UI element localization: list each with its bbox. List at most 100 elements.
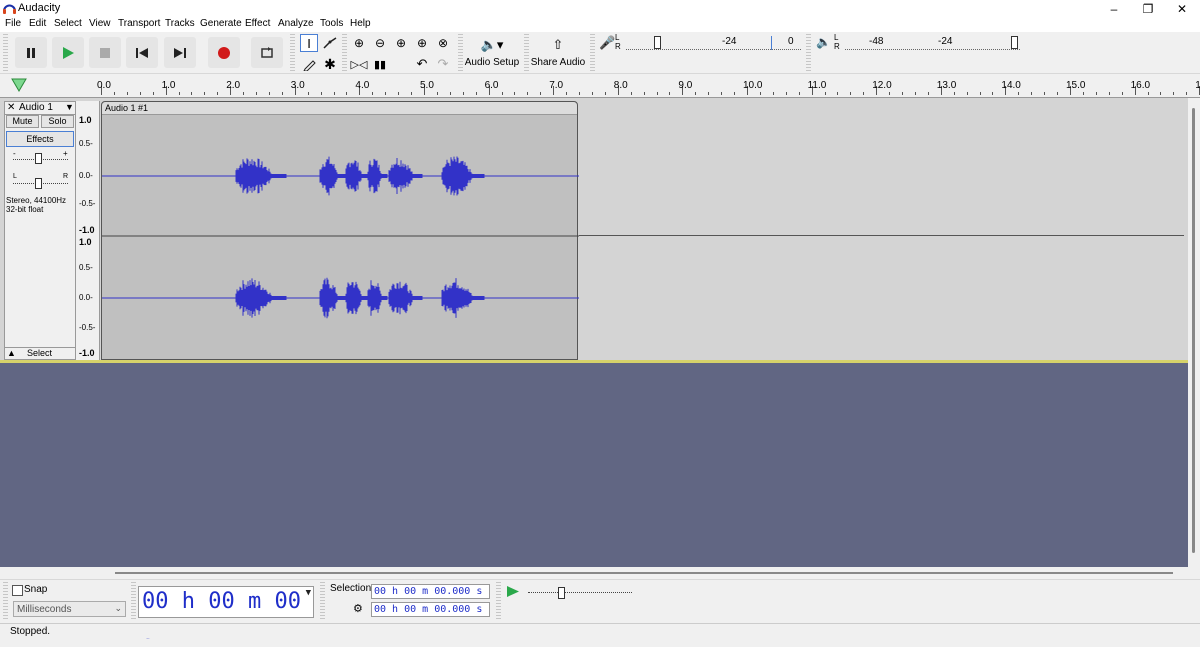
time-format-dropdown-icon[interactable]: ▼ [306, 587, 311, 599]
time-display[interactable]: 00 h 00 m 00 s ▼ [138, 586, 314, 644]
toolbar-grip[interactable] [342, 34, 347, 71]
ruler-time-label: 6.0 [484, 80, 499, 91]
pencil-icon [302, 59, 316, 71]
effects-button[interactable]: Effects [6, 131, 74, 147]
playback-level-slider[interactable] [1011, 36, 1018, 49]
horizontal-scrollbar[interactable] [0, 567, 1200, 579]
toolbar-grip[interactable] [496, 582, 501, 621]
horizontal-scroll-thumb[interactable] [115, 572, 1173, 574]
track-name[interactable]: Audio 1 [19, 102, 53, 113]
play-meter-tick-label: -24 [938, 36, 953, 47]
play-head-icon[interactable] [11, 78, 27, 92]
ruler-minor-tick [914, 92, 916, 95]
toolbar-grip[interactable] [590, 34, 595, 71]
ruler-minor-tick [734, 92, 736, 95]
track-menu-dropdown-icon[interactable]: ▼ [65, 102, 74, 112]
zoom-in-button[interactable]: ⊕ [350, 34, 368, 52]
toolbar-grip[interactable] [458, 34, 463, 71]
clip-header[interactable]: Audio 1 #1 [102, 102, 577, 115]
menu-select[interactable]: Select [54, 18, 82, 29]
toolbar-grip[interactable] [524, 34, 529, 71]
toolbar-grip[interactable] [320, 582, 325, 621]
share-audio-button[interactable]: ⇧ Share Audio [530, 37, 586, 68]
record-meter[interactable]: -24 0 [626, 36, 801, 50]
menu-effect[interactable]: Effect [245, 18, 270, 29]
trim-button[interactable]: ▷◁ [350, 55, 368, 73]
pause-button[interactable] [15, 37, 47, 68]
play-speed-slider-track[interactable] [528, 592, 632, 593]
ruler-time-label: 1.0 [161, 80, 176, 91]
solo-button[interactable]: Solo [41, 115, 74, 128]
silence-button[interactable]: ▮▮ [371, 55, 389, 73]
snap-checkbox[interactable] [12, 585, 23, 596]
skip-start-button[interactable] [126, 37, 158, 68]
microphone-icon[interactable]: 🎤 [599, 35, 615, 51]
empty-track-region[interactable] [579, 101, 1184, 360]
menu-transport[interactable]: Transport [118, 18, 160, 29]
menu-help[interactable]: Help [350, 18, 371, 29]
vertical-scroll-thumb[interactable] [1192, 108, 1195, 553]
menu-view[interactable]: View [89, 18, 111, 29]
ruler-minor-tick [889, 92, 891, 95]
zoom-out-button[interactable]: ⊖ [371, 34, 389, 52]
timeline-ruler[interactable]: 0.0 1.0 2.0 3.0 4.0 5.0 6.0 7.0 8.0 9.0 10.0 11.0 12… [0, 74, 1200, 98]
record-level-slider[interactable] [654, 36, 661, 49]
gain-slider[interactable] [35, 153, 42, 164]
track-header: ✕ Audio 1 ▼ [5, 102, 75, 115]
maximize-button[interactable]: ❐ [1131, 0, 1165, 17]
fit-project-button[interactable]: ⊕ [413, 34, 431, 52]
menu-tools[interactable]: Tools [320, 18, 343, 29]
minimize-button[interactable]: – [1097, 0, 1131, 17]
selection-tool[interactable]: I [300, 34, 318, 52]
play-meter[interactable]: -48 -24 [845, 36, 1020, 50]
collapse-track-icon[interactable]: ▲ [7, 348, 16, 358]
zoom-toggle-button[interactable]: ⊗ [434, 34, 452, 52]
draw-tool[interactable] [300, 55, 318, 73]
menu-file[interactable]: File [5, 18, 21, 29]
selection-end-field[interactable]: 00 h 00 m 00.000 s [371, 602, 490, 617]
close-track-icon[interactable]: ✕ [7, 102, 15, 113]
record-button[interactable] [208, 37, 240, 68]
toolbar-grip[interactable] [131, 582, 136, 621]
vertical-scrollbar[interactable] [1188, 98, 1200, 569]
toolbar-grip[interactable] [806, 34, 811, 71]
envelope-icon [323, 37, 337, 49]
toolbar-grip[interactable] [3, 34, 8, 71]
ruler-minor-tick [126, 92, 128, 95]
pause-icon [27, 47, 35, 58]
menu-analyze[interactable]: Analyze [278, 18, 314, 29]
loop-button[interactable] [251, 37, 283, 68]
audio-clip[interactable]: Audio 1 #1 [101, 101, 579, 361]
ruler-minor-tick [191, 92, 193, 95]
track-format: Stereo, 44100Hz [6, 196, 67, 205]
play-at-speed-button[interactable] [506, 585, 520, 598]
gear-icon[interactable]: ⚙ [353, 602, 363, 615]
stop-button[interactable] [89, 37, 121, 68]
menu-generate[interactable]: Generate [200, 18, 242, 29]
ruler-minor-tick [281, 92, 283, 95]
multi-tool[interactable]: ✱ [321, 55, 339, 73]
toolbar-grip[interactable] [3, 582, 8, 621]
snap-unit-select[interactable]: Milliseconds ⌄ [13, 601, 126, 617]
empty-project-area[interactable] [0, 363, 1188, 567]
ruler-minor-tick [462, 92, 464, 95]
speaker-icon[interactable]: 🔈 [816, 35, 831, 49]
play-speed-slider[interactable] [558, 587, 565, 599]
mute-button[interactable]: Mute [6, 115, 39, 128]
pan-slider[interactable] [35, 178, 42, 189]
toolbar-grip[interactable] [290, 34, 295, 71]
envelope-tool[interactable] [321, 34, 339, 52]
redo-button[interactable]: ↷ [434, 55, 452, 73]
fit-selection-button[interactable]: ⊕ [392, 34, 410, 52]
menu-tracks[interactable]: Tracks [165, 18, 195, 29]
undo-button[interactable]: ↶ [413, 55, 431, 73]
zoom-out-icon: ⊖ [374, 36, 386, 50]
selection-start-field[interactable]: 00 h 00 m 00.000 s [371, 584, 490, 599]
close-button[interactable]: ✕ [1165, 0, 1199, 17]
menu-edit[interactable]: Edit [29, 18, 46, 29]
audio-setup-button[interactable]: 🔈▾ Audio Setup [464, 37, 520, 68]
waveform[interactable] [102, 115, 579, 361]
play-button[interactable] [52, 37, 84, 68]
select-track-button[interactable]: Select [27, 348, 52, 358]
skip-end-button[interactable] [164, 37, 196, 68]
